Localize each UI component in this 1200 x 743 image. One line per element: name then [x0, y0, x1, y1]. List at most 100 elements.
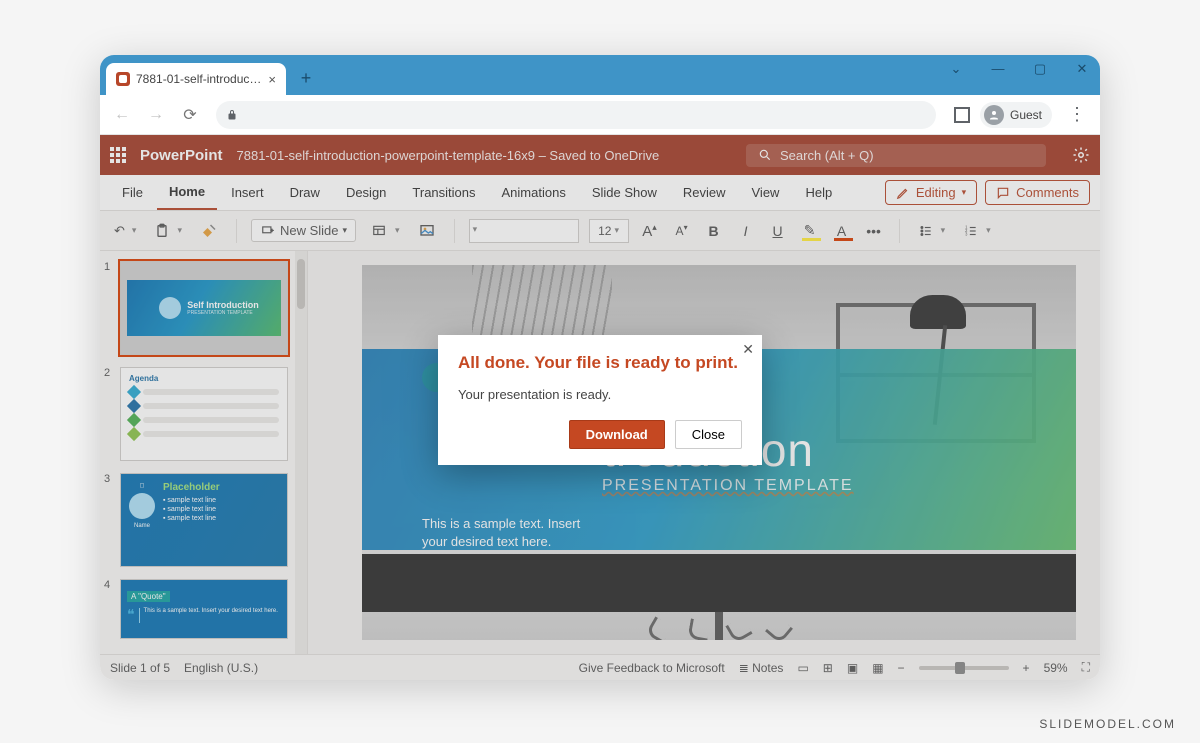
bold-button[interactable]: B: [703, 223, 725, 239]
app-launcher-icon[interactable]: [110, 147, 126, 163]
watermark: SLIDEMODEL.COM: [1039, 717, 1176, 731]
profile-button[interactable]: Guest: [980, 102, 1052, 128]
increase-font-button[interactable]: A▴: [639, 222, 661, 240]
browser-window: 7881-01-self-introduction-powe × + ⌄ ― ▢…: [100, 55, 1100, 680]
close-button[interactable]: Close: [675, 420, 742, 449]
slide-subtitle[interactable]: PRESENTATION TEMPLATE: [602, 477, 1046, 495]
browser-titlebar: 7881-01-self-introduction-powe × + ⌄ ― ▢…: [100, 55, 1100, 95]
kebab-menu-icon[interactable]: ⋮: [1062, 104, 1092, 125]
new-slide-button[interactable]: New Slide ▾: [251, 219, 356, 242]
slide-thumbnail-4[interactable]: A "Quote" ❝ This is a sample text. Inser…: [120, 579, 288, 639]
pencil-icon: [896, 186, 910, 200]
search-input[interactable]: Search (Alt + Q): [746, 144, 1046, 167]
browser-toolbar: ← → ⟳ Guest ⋮: [100, 95, 1100, 135]
more-formatting-button[interactable]: •••: [863, 223, 885, 239]
tab-insert[interactable]: Insert: [219, 175, 276, 210]
close-window-button[interactable]: ✕: [1070, 61, 1094, 77]
tab-title: 7881-01-self-introduction-powe: [136, 72, 262, 86]
normal-view-icon[interactable]: ▭: [797, 661, 808, 675]
decor-desk: [362, 554, 1076, 612]
bullets-button[interactable]: [914, 222, 950, 240]
avatar-icon: [984, 105, 1004, 125]
slide-thumbnail-2[interactable]: Agenda: [120, 367, 288, 461]
search-icon: [758, 148, 772, 162]
tab-animations[interactable]: Animations: [490, 175, 578, 210]
decor-chair: [649, 614, 789, 640]
sorter-view-icon[interactable]: ⊞: [823, 661, 833, 675]
tab-file[interactable]: File: [110, 175, 155, 210]
underline-button[interactable]: U: [767, 223, 789, 239]
slideshow-view-icon[interactable]: ▦: [872, 661, 883, 675]
slide-number: 1: [104, 261, 114, 355]
slide-body-text[interactable]: This is a sample text. Insert your desir…: [422, 515, 632, 551]
tab-view[interactable]: View: [740, 175, 792, 210]
window-controls: ⌄ ― ▢ ✕: [944, 61, 1094, 77]
settings-icon[interactable]: [1072, 146, 1090, 164]
undo-button[interactable]: ↶: [110, 221, 140, 241]
status-bar: Slide 1 of 5 English (U.S.) Give Feedbac…: [100, 654, 1100, 680]
paste-button[interactable]: [150, 220, 186, 242]
app-brand: PowerPoint: [140, 147, 223, 164]
ribbon-toolbar: ↶ New Slide ▾ 12 A▴ A▾ B: [100, 211, 1100, 251]
download-button[interactable]: Download: [569, 420, 665, 449]
notes-toggle[interactable]: ≣ Notes: [739, 661, 784, 675]
search-placeholder: Search (Alt + Q): [780, 148, 874, 163]
powerpoint-favicon: [116, 72, 130, 86]
feedback-link[interactable]: Give Feedback to Microsoft: [579, 661, 725, 675]
tab-home[interactable]: Home: [157, 175, 217, 210]
layout-button[interactable]: [366, 222, 404, 240]
back-button[interactable]: ←: [108, 101, 136, 129]
font-family-select[interactable]: [469, 219, 579, 243]
italic-button[interactable]: I: [735, 223, 757, 239]
zoom-out-button[interactable]: −: [898, 661, 905, 675]
font-size-select[interactable]: 12: [589, 219, 629, 243]
zoom-slider[interactable]: [919, 666, 1009, 670]
slide-number: 4: [104, 579, 114, 639]
thumbnail-scrollbar[interactable]: [295, 251, 307, 654]
tab-design[interactable]: Design: [334, 175, 398, 210]
reading-view-icon[interactable]: ▣: [847, 661, 858, 675]
numbering-icon: 123: [963, 224, 979, 238]
zoom-in-button[interactable]: +: [1023, 661, 1030, 675]
close-tab-icon[interactable]: ×: [268, 72, 276, 87]
editing-mode-button[interactable]: Editing ▾: [885, 180, 977, 205]
lock-icon: [226, 109, 238, 121]
chevron-down-icon[interactable]: ⌄: [944, 61, 968, 77]
font-color-button[interactable]: A: [831, 223, 853, 239]
zoom-level[interactable]: 59%: [1044, 661, 1068, 675]
language-indicator[interactable]: English (U.S.): [184, 661, 258, 675]
reload-button[interactable]: ⟳: [176, 101, 204, 129]
print-ready-dialog: ✕ All done. Your file is ready to print.…: [438, 335, 762, 465]
powerpoint-app: PowerPoint 7881-01-self-introduction-pow…: [100, 135, 1100, 680]
slide-counter[interactable]: Slide 1 of 5: [110, 661, 170, 675]
highlight-button[interactable]: ✎: [799, 222, 821, 239]
tab-review[interactable]: Review: [671, 175, 738, 210]
tab-transitions[interactable]: Transitions: [400, 175, 487, 210]
format-painter-button[interactable]: [196, 220, 222, 242]
dialog-close-icon[interactable]: ✕: [742, 341, 754, 358]
comments-button[interactable]: Comments: [985, 180, 1090, 205]
panel-icon[interactable]: [954, 107, 970, 123]
tab-slideshow[interactable]: Slide Show: [580, 175, 669, 210]
browser-tab[interactable]: 7881-01-self-introduction-powe ×: [106, 63, 286, 95]
forward-button[interactable]: →: [142, 101, 170, 129]
fit-to-window-button[interactable]: ⛶: [1082, 660, 1090, 675]
slide-thumbnail-1[interactable]: Self Introduction PRESENTATION TEMPLATE: [120, 261, 288, 355]
numbering-button[interactable]: 123: [959, 222, 995, 240]
ribbon-tabs: File Home Insert Draw Design Transitions…: [100, 175, 1100, 211]
picture-button[interactable]: [414, 221, 440, 241]
slide-thumbnail-3[interactable]: ◻ Name Placeholder ▪ sample text line▪ s…: [120, 473, 288, 567]
document-title[interactable]: 7881-01-self-introduction-powerpoint-tem…: [237, 148, 660, 163]
decrease-font-button[interactable]: A▾: [671, 223, 693, 238]
dialog-body: Your presentation is ready.: [458, 387, 742, 402]
slide-number: 3: [104, 473, 114, 567]
slide-number: 2: [104, 367, 114, 461]
address-bar[interactable]: [216, 101, 936, 129]
new-tab-button[interactable]: +: [294, 67, 318, 91]
tab-draw[interactable]: Draw: [278, 175, 332, 210]
maximize-button[interactable]: ▢: [1028, 61, 1052, 77]
comment-icon: [996, 186, 1010, 200]
slide-thumbnail-panel[interactable]: 1 Self Introduction PRESENTATION TEMPLAT…: [100, 251, 308, 654]
tab-help[interactable]: Help: [793, 175, 844, 210]
minimize-button[interactable]: ―: [986, 61, 1010, 77]
